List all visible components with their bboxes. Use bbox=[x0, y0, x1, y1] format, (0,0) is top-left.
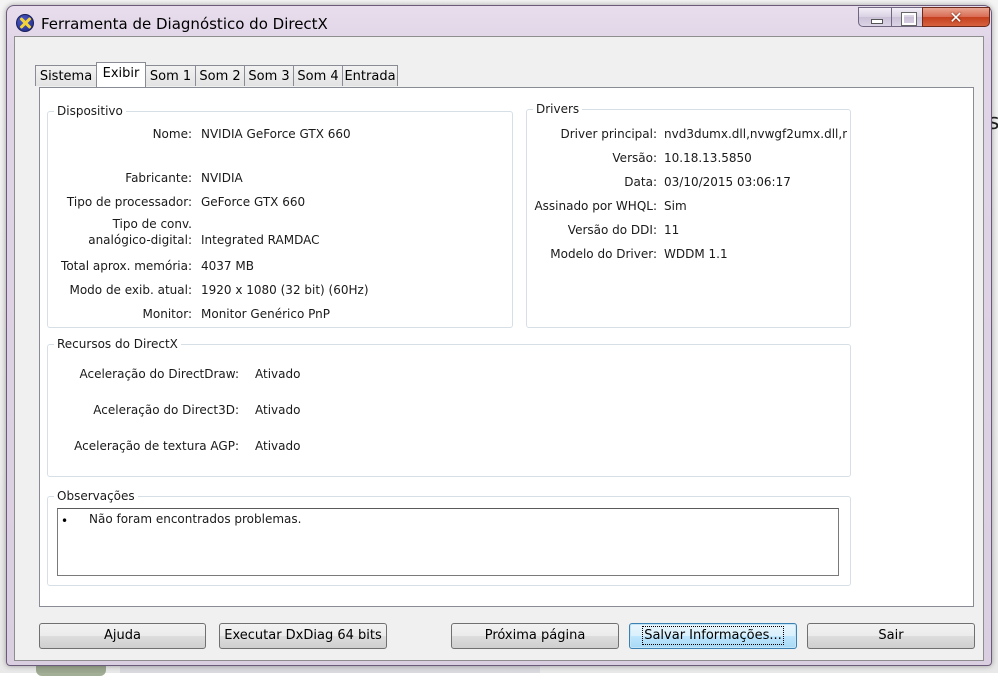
main-driver-value: nvd3dumx.dll,nvwgf2umx.dll,nv bbox=[664, 127, 847, 141]
run-64bit-button-label: Executar DxDiag 64 bits bbox=[224, 628, 382, 643]
help-button-label: Ajuda bbox=[104, 628, 141, 643]
exit-button-label: Sair bbox=[878, 628, 904, 643]
window-title: Ferramenta de Diagnóstico do DirectX bbox=[41, 15, 328, 33]
run-64bit-button[interactable]: Executar DxDiag 64 bits bbox=[219, 623, 387, 649]
driver-version-value: 10.18.13.5850 bbox=[664, 151, 752, 165]
help-button[interactable]: Ajuda bbox=[39, 623, 206, 649]
ddi-version-value: 11 bbox=[664, 223, 680, 237]
driver-model-value: WDDM 1.1 bbox=[664, 247, 728, 261]
whql-label: Assinado por WHQL: bbox=[534, 199, 657, 213]
tab-som-2[interactable]: Som 2 bbox=[195, 65, 245, 86]
notes-textbox[interactable]: • Não foram encontrados problemas. bbox=[57, 508, 839, 576]
monitor-value: Monitor Genérico PnP bbox=[201, 307, 330, 321]
notes-bullet: • bbox=[61, 514, 69, 528]
main-driver-label: Driver principal: bbox=[560, 127, 657, 141]
title-bar[interactable]: Ferramenta de Diagnóstico do DirectX ✕ bbox=[7, 6, 991, 38]
dac-type-label-line1: Tipo de conv. bbox=[112, 217, 192, 231]
processor-type-value: GeForce GTX 660 bbox=[201, 195, 306, 209]
notes-group-title: Observações bbox=[54, 489, 138, 503]
dialog-client-area: Sistema Exibir Som 1 Som 2 Som 3 Som 4 E… bbox=[14, 36, 984, 661]
save-info-button[interactable]: Salvar Informações... bbox=[629, 623, 797, 649]
driver-version-label: Versão: bbox=[612, 151, 657, 165]
dac-type-label: Tipo de conv. analógico-digital: bbox=[32, 216, 192, 248]
tab-panel-exibir: Dispositivo Nome: NVIDIA GeForce GTX 660… bbox=[39, 87, 974, 607]
next-page-button-label: Próxima página bbox=[484, 628, 586, 643]
notes-item: Não foram encontrados problemas. bbox=[89, 512, 302, 526]
dxdiag-window: Ferramenta de Diagnóstico do DirectX ✕ S… bbox=[6, 5, 992, 666]
tab-entrada[interactable]: Entrada bbox=[342, 65, 398, 86]
minimize-icon bbox=[871, 19, 883, 24]
device-group-title: Dispositivo bbox=[54, 104, 126, 118]
next-page-button[interactable]: Próxima página bbox=[451, 623, 619, 649]
driver-model-label: Modelo do Driver: bbox=[550, 247, 657, 261]
close-button[interactable]: ✕ bbox=[922, 7, 990, 27]
save-info-button-label: Salvar Informações... bbox=[642, 626, 784, 645]
tab-som-1[interactable]: Som 1 bbox=[145, 65, 196, 86]
notes-group: Observações • Não foram encontrados prob… bbox=[47, 489, 851, 586]
monitor-label: Monitor: bbox=[142, 307, 192, 321]
processor-type-label: Tipo de processador: bbox=[66, 195, 192, 209]
device-name-label: Nome: bbox=[152, 127, 192, 141]
dac-type-value: Integrated RAMDAC bbox=[201, 233, 320, 247]
direct3d-accel-label: Aceleração do Direct3D: bbox=[93, 403, 239, 417]
ddi-version-label: Versão do DDI: bbox=[567, 223, 657, 237]
exit-button[interactable]: Sair bbox=[807, 623, 975, 649]
whql-value: Sim bbox=[664, 199, 687, 213]
close-icon: ✕ bbox=[949, 8, 963, 27]
minimize-button[interactable] bbox=[858, 7, 892, 27]
directx-features-group: Recursos do DirectX Aceleração do Direct… bbox=[47, 337, 851, 477]
directdraw-accel-value: Ativado bbox=[255, 367, 301, 381]
manufacturer-label: Fabricante: bbox=[125, 171, 192, 185]
tab-som-4[interactable]: Som 4 bbox=[293, 65, 343, 86]
directx-features-title: Recursos do DirectX bbox=[54, 337, 181, 351]
maximize-button[interactable] bbox=[891, 7, 923, 27]
agp-texture-accel-label: Aceleração de textura AGP: bbox=[74, 439, 239, 453]
maximize-icon bbox=[901, 12, 917, 26]
driver-date-value: 03/10/2015 03:06:17 bbox=[664, 175, 791, 189]
display-mode-value: 1920 x 1080 (32 bit) (60Hz) bbox=[201, 283, 369, 297]
driver-date-label: Data: bbox=[624, 175, 657, 189]
agp-texture-accel-value: Ativado bbox=[255, 439, 301, 453]
dac-type-label-line2: analógico-digital: bbox=[88, 233, 192, 247]
tab-exibir[interactable]: Exibir bbox=[96, 62, 146, 87]
device-name-value: NVIDIA GeForce GTX 660 bbox=[201, 127, 351, 141]
memory-label: Total aprox. memória: bbox=[61, 259, 192, 273]
device-group: Dispositivo Nome: NVIDIA GeForce GTX 660… bbox=[47, 104, 513, 328]
drivers-group-title: Drivers bbox=[533, 102, 583, 116]
drivers-group: Drivers Driver principal: nvd3dumx.dll,n… bbox=[526, 102, 851, 328]
directx-icon bbox=[16, 14, 34, 32]
manufacturer-value: NVIDIA bbox=[201, 171, 243, 185]
display-mode-label: Modo de exib. atual: bbox=[69, 283, 192, 297]
tab-som-3[interactable]: Som 3 bbox=[244, 65, 294, 86]
tab-sistema[interactable]: Sistema bbox=[35, 65, 97, 86]
directdraw-accel-label: Aceleração do DirectDraw: bbox=[79, 367, 239, 381]
direct3d-accel-value: Ativado bbox=[255, 403, 301, 417]
memory-value: 4037 MB bbox=[201, 259, 254, 273]
caption-buttons: ✕ bbox=[858, 7, 991, 28]
